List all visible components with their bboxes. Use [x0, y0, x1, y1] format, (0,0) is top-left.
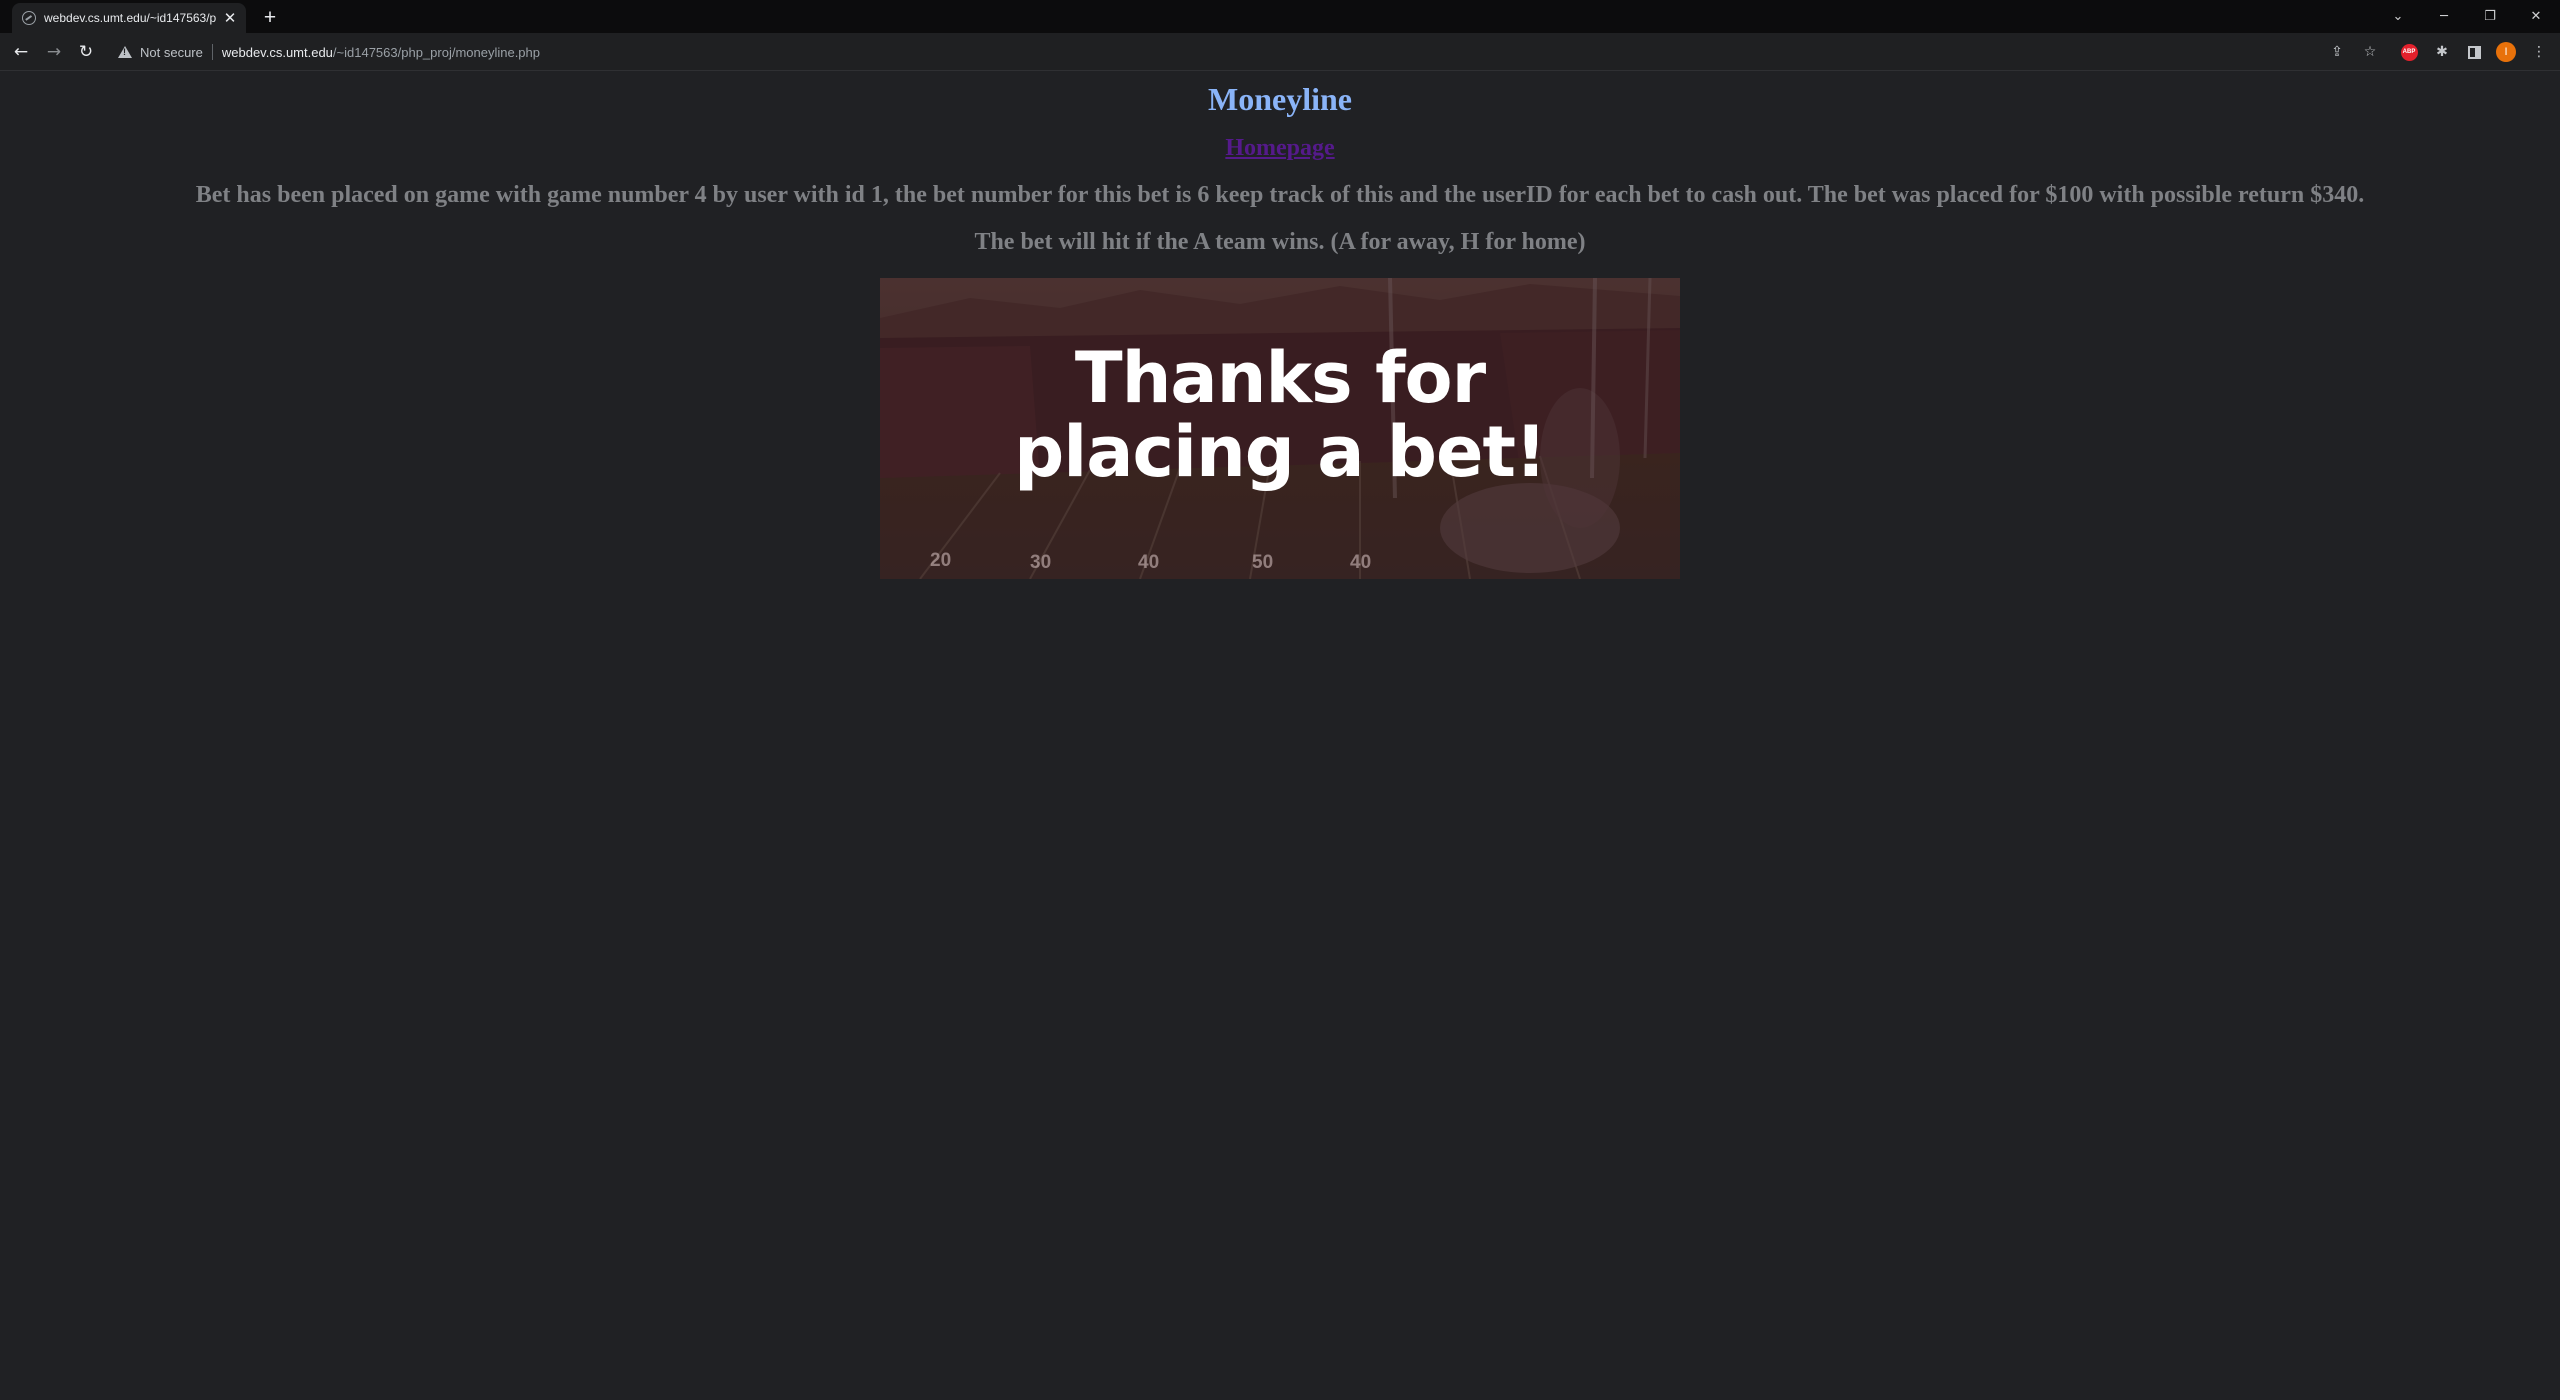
url-path[interactable]: /~id147563/php_proj/moneyline.php: [333, 45, 540, 60]
globe-icon: [22, 11, 36, 25]
close-tab-icon[interactable]: ✕: [220, 8, 240, 28]
bookmark-star-icon[interactable]: ☆: [2360, 42, 2380, 62]
page-content: Moneyline Homepage Bet has been placed o…: [0, 71, 2560, 1400]
browser-toolbar: ← → ↻ Not secure webdev.cs.umt.edu /~id1…: [0, 33, 2560, 71]
reload-icon[interactable]: ↻: [73, 39, 99, 65]
share-icon[interactable]: ⇪: [2327, 42, 2347, 62]
extensions-puzzle-icon[interactable]: ✱: [2432, 42, 2452, 62]
banner-message: Thanks for placing a bet!: [880, 278, 1680, 579]
back-arrow-icon[interactable]: ←: [8, 39, 34, 65]
restore-button[interactable]: ❐: [2467, 0, 2513, 33]
tab-title: webdev.cs.umt.edu/~id147563/p: [44, 11, 217, 25]
url-host[interactable]: webdev.cs.umt.edu: [222, 45, 333, 60]
close-window-button[interactable]: ✕: [2513, 0, 2559, 33]
homepage-link[interactable]: Homepage: [1225, 135, 1334, 161]
banner-line-1: Thanks for: [1074, 336, 1486, 419]
tab-strip: webdev.cs.umt.edu/~id147563/p ✕ + ⌄ ─ ❐ …: [0, 0, 2560, 33]
forward-arrow-icon[interactable]: →: [41, 39, 67, 65]
side-panel-icon[interactable]: [2464, 42, 2484, 62]
browser-tab[interactable]: webdev.cs.umt.edu/~id147563/p ✕: [12, 3, 246, 33]
homepage-link-wrapper: Homepage: [0, 135, 2560, 162]
adblock-extension-icon[interactable]: ABP: [2399, 42, 2419, 62]
bet-confirmation-message: Bet has been placed on game with game nu…: [195, 182, 2365, 208]
thanks-banner-image: 20 30 40 50 40 Thanks for placing a bet!: [880, 278, 1680, 579]
divider: [211, 44, 213, 60]
tab-search-chevron-icon[interactable]: ⌄: [2375, 0, 2421, 33]
new-tab-button[interactable]: +: [257, 5, 283, 31]
banner-line-2: placing a bet!: [1014, 410, 1547, 493]
security-label[interactable]: Not secure: [140, 45, 203, 60]
address-bar[interactable]: Not secure webdev.cs.umt.edu /~id147563/…: [110, 37, 2310, 67]
page-title: Moneyline: [1208, 81, 1352, 117]
warning-icon[interactable]: [118, 46, 132, 58]
minimize-button[interactable]: ─: [2421, 0, 2467, 33]
profile-avatar[interactable]: I: [2496, 42, 2516, 62]
bet-hit-condition-message: The bet will hit if the A team wins. (A …: [974, 229, 1586, 255]
kebab-menu-icon[interactable]: ⋮: [2529, 42, 2549, 62]
